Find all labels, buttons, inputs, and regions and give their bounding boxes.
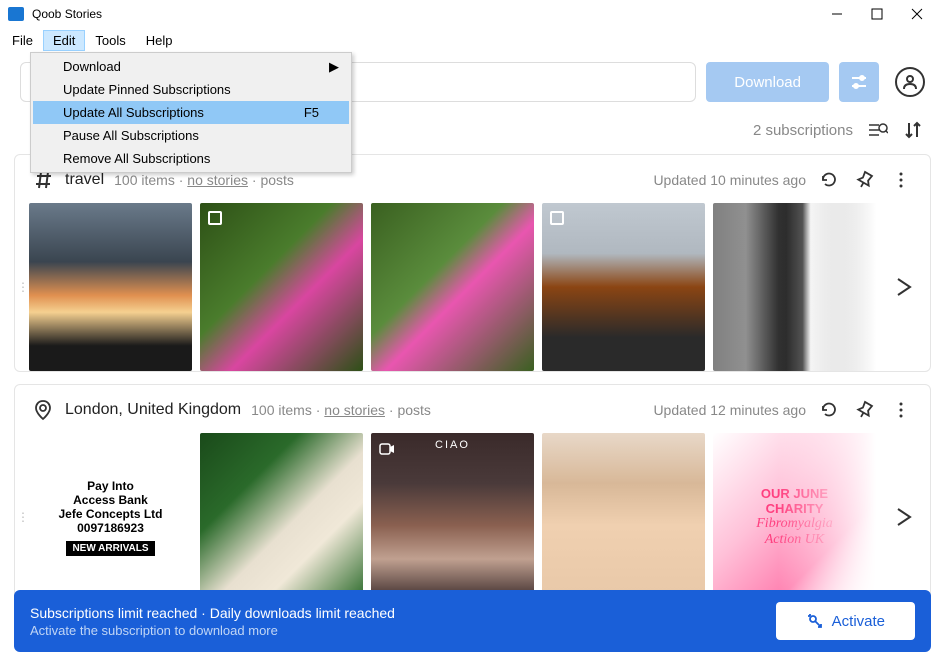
submenu-arrow-icon: ▶ xyxy=(329,59,339,75)
refresh-button[interactable] xyxy=(816,397,842,423)
thumbnail[interactable] xyxy=(542,433,705,601)
menu-update-pinned[interactable]: Update Pinned Subscriptions xyxy=(33,78,349,101)
next-arrow-button[interactable] xyxy=(884,505,924,529)
card-title: London, United Kingdom xyxy=(65,401,241,419)
menu-tools[interactable]: Tools xyxy=(85,30,135,51)
refresh-button[interactable] xyxy=(816,167,842,193)
card-meta: 100 items · no stories · posts xyxy=(251,402,431,418)
banner-subtitle: Activate the subscription to download mo… xyxy=(30,623,395,638)
activate-button[interactable]: Activate xyxy=(776,602,915,640)
card-updated: Updated 12 minutes ago xyxy=(653,402,806,418)
menu-pause-all[interactable]: Pause All Subscriptions xyxy=(33,124,349,147)
app-icon xyxy=(8,7,24,21)
thumbnails-row: ⋮⋮ xyxy=(15,203,930,371)
thumbnail[interactable]: OUR JUNE CHARITY Fibromyalgia Action UK xyxy=(713,433,876,601)
card-header: London, United Kingdom 100 items · no st… xyxy=(15,397,930,433)
card-updated: Updated 10 minutes ago xyxy=(653,172,806,188)
thumbnail[interactable] xyxy=(371,433,534,601)
menu-help[interactable]: Help xyxy=(136,30,183,51)
menu-file[interactable]: File xyxy=(2,30,43,51)
subscriptions-count: 2 subscriptions xyxy=(753,122,853,139)
settings-sliders-button[interactable] xyxy=(839,62,879,102)
more-button[interactable] xyxy=(888,397,914,423)
minimize-button[interactable] xyxy=(827,4,847,24)
sort-button[interactable] xyxy=(901,118,925,142)
title-bar: Qoob Stories xyxy=(0,0,945,28)
pin-button[interactable] xyxy=(852,397,878,423)
limit-banner: Subscriptions limit reached · Daily down… xyxy=(14,590,931,652)
card-meta: 100 items · no stories · posts xyxy=(114,172,294,188)
app-title: Qoob Stories xyxy=(32,7,827,21)
banner-title: Subscriptions limit reached · Daily down… xyxy=(30,605,395,621)
video-icon xyxy=(379,441,395,457)
thumbnail[interactable] xyxy=(29,203,192,371)
menu-update-all-label: Update All Subscriptions xyxy=(63,105,204,120)
sliders-icon xyxy=(849,72,869,92)
user-icon xyxy=(901,73,919,91)
thumbnail[interactable] xyxy=(200,433,363,601)
menu-download-label: Download xyxy=(63,59,121,74)
thumbnail[interactable] xyxy=(371,203,534,371)
thumbnail[interactable] xyxy=(542,203,705,371)
menu-edit[interactable]: Edit xyxy=(43,30,85,51)
menu-update-all-shortcut: F5 xyxy=(304,105,319,120)
activate-label: Activate xyxy=(832,613,885,630)
thumbnail[interactable]: Pay Into Access Bank Jefe Concepts Ltd 0… xyxy=(29,433,192,601)
download-button[interactable]: Download xyxy=(706,62,829,102)
location-icon xyxy=(31,398,55,422)
pin-button[interactable] xyxy=(852,167,878,193)
menu-update-pinned-label: Update Pinned Subscriptions xyxy=(63,82,231,97)
menu-pause-all-label: Pause All Subscriptions xyxy=(63,128,199,143)
thumbnails-row: ⋮⋮ Pay Into Access Bank Jefe Concepts Lt… xyxy=(15,433,930,601)
subscription-card-london: London, United Kingdom 100 items · no st… xyxy=(14,384,931,602)
activate-icon xyxy=(806,612,824,630)
filter-icon xyxy=(866,119,888,141)
menu-download[interactable]: Download ▶ xyxy=(33,55,349,78)
subscription-card-travel: travel 100 items · no stories · posts Up… xyxy=(14,154,931,372)
card-title: travel xyxy=(65,171,104,189)
sort-icon xyxy=(903,120,923,140)
more-button[interactable] xyxy=(888,167,914,193)
filter-button[interactable] xyxy=(865,118,889,142)
close-button[interactable] xyxy=(907,4,927,24)
menu-remove-all[interactable]: Remove All Subscriptions xyxy=(33,147,349,170)
menu-update-all[interactable]: Update All Subscriptions F5 xyxy=(33,101,349,124)
account-button[interactable] xyxy=(895,67,925,97)
menu-remove-all-label: Remove All Subscriptions xyxy=(63,151,210,166)
content-area: travel 100 items · no stories · posts Up… xyxy=(0,154,945,602)
menu-bar: File Edit Tools Help xyxy=(0,28,945,52)
next-arrow-button[interactable] xyxy=(884,275,924,299)
thumbnail[interactable] xyxy=(713,203,876,371)
edit-dropdown: Download ▶ Update Pinned Subscriptions U… xyxy=(30,52,352,173)
thumbnail[interactable] xyxy=(200,203,363,371)
maximize-button[interactable] xyxy=(867,4,887,24)
multi-icon xyxy=(550,211,564,225)
multi-icon xyxy=(208,211,222,225)
